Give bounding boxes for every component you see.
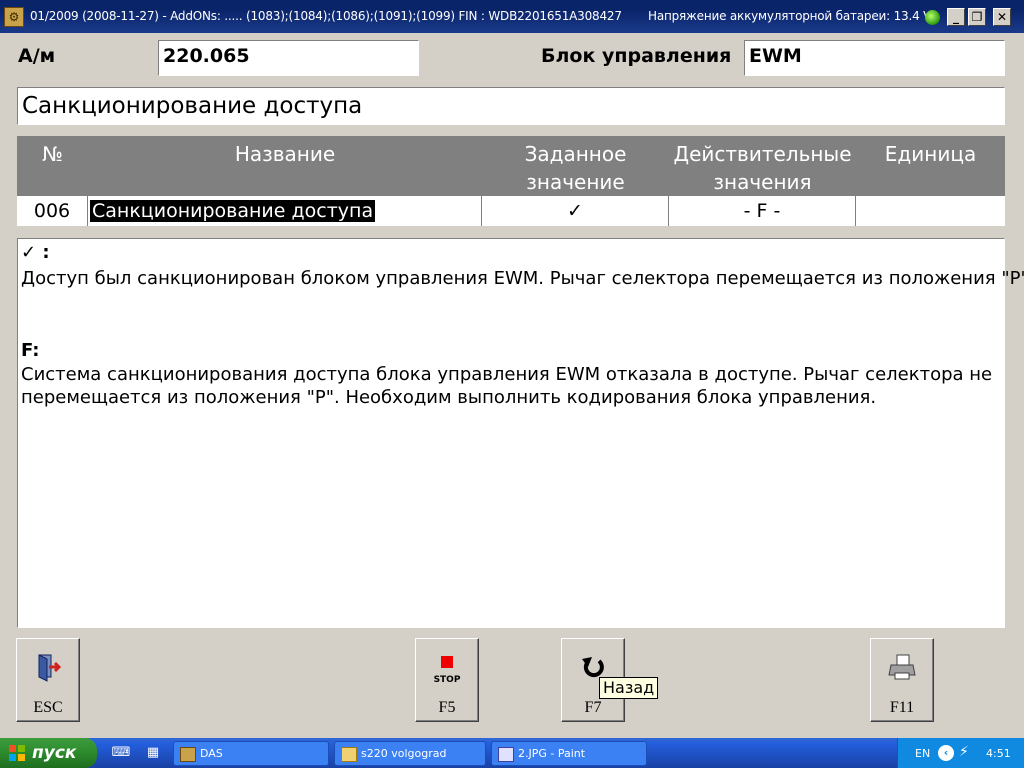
f7-label: F7 <box>584 699 602 716</box>
exit-door-icon <box>38 654 62 682</box>
vehicle-field: 220.065 <box>158 40 419 76</box>
battery-voltage-text: Напряжение аккумуляторной батареи: 13.4 … <box>648 9 932 23</box>
minimize-button[interactable]: _ <box>947 8 965 26</box>
description-panel: ✓ : Доступ был санкционирован блоком упр… <box>17 238 1024 628</box>
task-paint[interactable]: 2.JPG - Paint <box>491 741 647 766</box>
task-paint-label: 2.JPG - Paint <box>518 747 586 760</box>
vehicle-label: А/м <box>18 45 56 67</box>
control-unit-field: EWM <box>744 40 1005 76</box>
window-titlebar: ⚙ 01/2009 (2008-11-27) - AddONs: ..... (… <box>0 0 1024 33</box>
start-button[interactable]: пуск <box>0 738 97 768</box>
values-table: № Название Заданное значение Действительн… <box>17 136 1005 227</box>
clock[interactable]: 4:51 <box>986 747 1011 760</box>
section-title: Санкционирование доступа <box>17 87 1005 125</box>
esc-button[interactable]: ESC <box>16 638 80 722</box>
back-tooltip: Назад <box>599 677 659 699</box>
f-heading: F: <box>21 340 40 361</box>
task-das[interactable]: DAS <box>173 741 329 766</box>
check-description: Доступ был санкционирован блоком управле… <box>21 268 1024 289</box>
battery-status-icon <box>925 10 940 25</box>
task-folder[interactable]: s220 volgograd <box>334 741 486 766</box>
windows-flag-icon <box>9 745 25 761</box>
quicklaunch-keyboard-icon[interactable]: ⌨ <box>106 742 136 764</box>
restore-button[interactable]: ❐ <box>968 8 986 26</box>
col-header-number: № <box>17 136 88 196</box>
check-heading: ✓ : <box>21 242 50 263</box>
task-das-label: DAS <box>200 747 223 760</box>
row-name: Санкционирование доступа <box>90 200 376 222</box>
network-icon[interactable]: ⚡ <box>959 744 969 760</box>
table-row[interactable]: Санкционирование доступа <box>88 196 482 226</box>
col-header-unit: Единица <box>856 136 1005 196</box>
das-icon <box>180 747 196 762</box>
col-header-name: Название <box>88 136 482 196</box>
f-description-line1: Система санкционирования доступа блока у… <box>21 364 993 385</box>
f5-label: F5 <box>438 699 456 716</box>
close-button[interactable]: ✕ <box>993 8 1011 26</box>
task-folder-label: s220 volgograd <box>361 747 447 760</box>
row-unit <box>856 196 1005 226</box>
start-label: пуск <box>32 743 77 763</box>
window-title: 01/2009 (2008-11-27) - AddONs: ..... (10… <box>30 9 622 23</box>
f11-label: F11 <box>889 699 915 716</box>
row-number[interactable]: 006 <box>17 196 88 226</box>
paint-icon <box>498 747 514 762</box>
f5-stop-button[interactable]: STOP F5 <box>415 638 479 722</box>
app-icon[interactable]: ⚙ <box>4 7 24 27</box>
stop-caption: STOP <box>433 675 461 685</box>
language-indicator[interactable]: EN <box>915 747 930 760</box>
printer-icon <box>888 654 916 680</box>
folder-icon <box>341 747 357 762</box>
col-header-actual: Действительные значения <box>669 136 856 196</box>
system-tray: EN ‹ ⚡ 4:51 <box>897 738 1024 768</box>
row-nominal-checkmark: ✓ <box>482 196 669 226</box>
f11-print-button[interactable]: F11 <box>870 638 934 722</box>
tray-expand-icon[interactable]: ‹ <box>938 745 954 761</box>
quicklaunch-grid-icon[interactable]: ▦ <box>138 742 168 764</box>
col-header-nominal: Заданное значение <box>482 136 669 196</box>
control-unit-label: Блок управления <box>541 45 732 67</box>
row-actual-value: - F - <box>669 196 856 226</box>
esc-label: ESC <box>33 699 63 716</box>
f-description-line2: перемещается из положения "P". Необходим… <box>21 387 877 408</box>
